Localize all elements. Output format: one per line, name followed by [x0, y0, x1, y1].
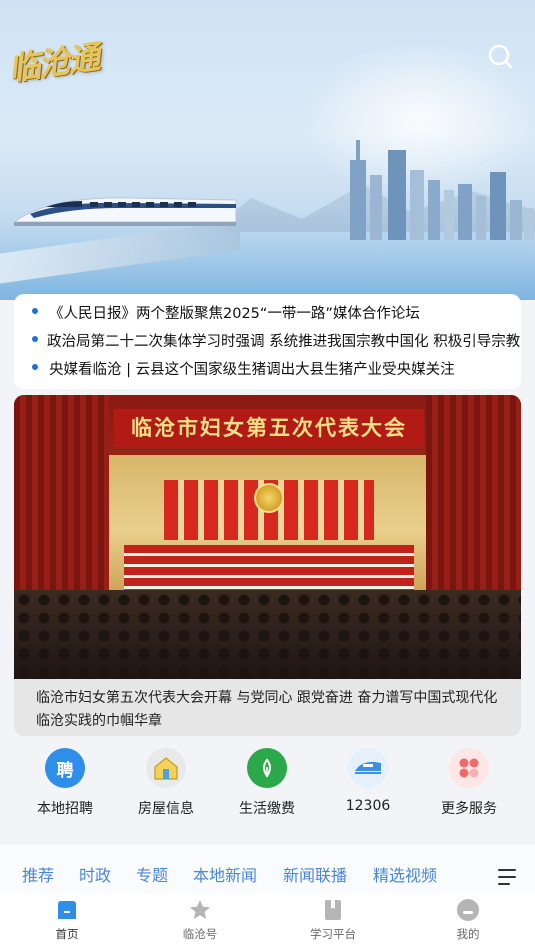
service-payment[interactable]: 生活缴费 — [217, 748, 317, 818]
nav-label: 首页 — [55, 927, 79, 941]
nav-profile[interactable]: 我的 — [423, 898, 513, 942]
channel-tabs: 推荐 时政 专题 本地新闻 新闻联播 精选视频 — [0, 843, 535, 893]
more-services-icon — [449, 748, 489, 788]
bullet-dot-icon — [32, 336, 38, 342]
city-skyline-illustration — [350, 140, 534, 240]
ticker-item[interactable]: 《人民日报》两个整版聚焦2025“一带一路”媒体合作论坛 — [14, 300, 521, 328]
featured-news-card[interactable]: 临沧市妇女第五次代表大会 临沧市妇女第五次代表大会开幕 与党同心 跟党奋进 奋力… — [14, 395, 521, 736]
bullet-dot-icon — [32, 364, 38, 370]
tab-featured-video[interactable]: 精选视频 — [373, 862, 437, 886]
star-glyph — [190, 900, 210, 919]
emblem-icon — [254, 483, 284, 513]
nav-lincang-hao[interactable]: 临沧号 — [155, 898, 245, 942]
service-label: 更多服务 — [441, 801, 497, 817]
service-house[interactable]: 房屋信息 — [116, 748, 216, 818]
recruit-glyph: 聘 — [56, 760, 74, 781]
tab-local-news[interactable]: 本地新闻 — [193, 862, 257, 886]
service-12306[interactable]: 12306 — [318, 748, 418, 814]
nav-label: 临沧号 — [182, 927, 218, 941]
bullet-dot-icon — [32, 308, 38, 314]
menu-icon-line — [498, 876, 516, 878]
news-caption: 临沧市妇女第五次代表大会开幕 与党同心 跟党奋进 奋力谱写中国式现代化临沧实践的… — [36, 690, 498, 729]
house-glyph — [154, 757, 178, 780]
train-icon — [348, 748, 388, 788]
app-logo: 临沧通 — [6, 37, 101, 89]
home-glyph — [58, 901, 76, 919]
menu-icon — [498, 869, 516, 871]
service-label: 本地招聘 — [37, 801, 93, 817]
service-more[interactable]: 更多服务 — [419, 748, 519, 818]
audience — [14, 590, 521, 679]
bullet-train-illustration — [12, 197, 237, 226]
book-glyph — [325, 900, 341, 920]
service-label: 12306 — [345, 798, 391, 814]
tab-news-broadcast[interactable]: 新闻联播 — [283, 862, 347, 886]
service-label: 房屋信息 — [138, 801, 194, 817]
hero-banner: 临沧通 — [0, 0, 535, 300]
profile-icon — [456, 898, 480, 922]
leaf-glyph — [263, 758, 271, 778]
grid-glyph — [459, 758, 479, 778]
search-button[interactable] — [484, 40, 518, 74]
tab-recommend[interactable]: 推荐 — [22, 862, 54, 886]
nav-home[interactable]: 首页 — [22, 898, 112, 942]
profile-glyph — [457, 899, 479, 921]
tab-topics[interactable]: 专题 — [136, 862, 168, 886]
star-icon — [188, 898, 212, 922]
home-icon — [55, 898, 79, 922]
search-icon — [488, 44, 513, 69]
ticker-item[interactable]: 央媒看临沧 | 云县这个国家级生猪调出大县生猪产业受央媒关注 — [14, 356, 521, 384]
ticker-item[interactable]: 政治局第二十二次集体学习时强调 系统推进我国宗教中国化 积极引导宗教 — [14, 328, 521, 356]
podium-rows — [124, 545, 414, 595]
service-recruit[interactable]: 聘 本地招聘 — [15, 748, 115, 818]
ticker-text: 政治局第二十二次集体学习时强调 系统推进我国宗教中国化 积极引导宗教 — [47, 334, 521, 350]
house-icon — [146, 748, 186, 788]
recruit-icon: 聘 — [45, 748, 85, 788]
meeting-banner: 临沧市妇女第五次代表大会 — [114, 409, 424, 447]
menu-icon-line — [498, 883, 510, 885]
nav-label: 我的 — [456, 927, 480, 941]
channel-menu-button[interactable] — [498, 869, 518, 887]
bottom-navigation: 首页 临沧号 学习平台 我的 — [0, 893, 535, 951]
headline-ticker: 《人民日报》两个整版聚焦2025“一带一路”媒体合作论坛 政治局第二十二次集体学… — [14, 294, 521, 389]
ticker-text: 《人民日报》两个整版聚焦2025“一带一路”媒体合作论坛 — [49, 306, 420, 322]
tab-politics[interactable]: 时政 — [79, 862, 111, 886]
service-shortcuts: 聘 本地招聘 房屋信息 生活缴费 12306 更多服务 — [0, 748, 535, 820]
service-label: 生活缴费 — [239, 801, 295, 817]
nav-study-platform[interactable]: 学习平台 — [288, 898, 378, 942]
book-icon — [321, 898, 345, 922]
ticker-text: 央媒看临沧 | 云县这个国家级生猪调出大县生猪产业受央媒关注 — [49, 362, 455, 378]
payment-icon — [247, 748, 287, 788]
nav-label: 学习平台 — [310, 927, 356, 941]
news-photo: 临沧市妇女第五次代表大会 — [14, 395, 521, 679]
train-glyph — [355, 761, 381, 774]
